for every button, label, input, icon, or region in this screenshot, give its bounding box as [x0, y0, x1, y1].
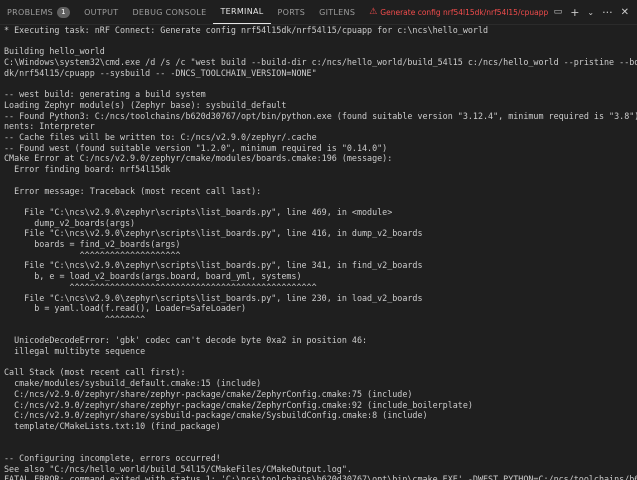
tab-gitlens[interactable]: GITLENS — [312, 0, 362, 24]
terminal-line: cmake/modules/sysbuild_default.cmake:15 … — [4, 378, 262, 389]
tab-ports[interactable]: PORTS — [271, 0, 313, 24]
tab-label: PROBLEMS — [7, 7, 54, 17]
terminal-line: ^^^^^^^^^^^^^^^^^^^^ — [4, 249, 181, 260]
terminal-line: CMake Error at C:/ncs/v2.9.0/zephyr/cmak… — [4, 153, 393, 164]
panel-tab-bar: PROBLEMS 1 OUTPUT DEBUG CONSOLE TERMINAL… — [0, 0, 637, 25]
terminal-line: C:/ncs/v2.9.0/zephyr/share/sysbuild-pack… — [4, 410, 428, 421]
terminal-line: nents: Interpreter — [4, 121, 95, 132]
terminal-line: ^^^^^^^^ — [4, 313, 146, 324]
tab-debug-console[interactable]: DEBUG CONSOLE — [125, 0, 213, 24]
terminal-icon[interactable]: ▭ — [550, 7, 567, 17]
warning-icon: ⚠ — [369, 7, 378, 17]
terminal-line: C:/ncs/v2.9.0/zephyr/share/zephyr-packag… — [4, 388, 413, 399]
close-icon[interactable]: ✕ — [617, 7, 633, 18]
terminal-line: boards = find_v2_boards(args) — [4, 239, 181, 249]
terminal-line: -- west build: generating a build system — [4, 89, 206, 100]
tab-output[interactable]: OUTPUT — [77, 0, 125, 24]
tab-label: TERMINAL — [220, 7, 264, 16]
tab-terminal[interactable]: TERMINAL — [213, 0, 271, 24]
panel-actions: ▭ + ⌄ ··· ✕ — [549, 0, 633, 24]
terminal-line: Error message: Traceback (most recent ca… — [4, 185, 262, 196]
tab-label: OUTPUT — [84, 7, 119, 17]
terminal-line: C:\Windows\system32\cmd.exe /d /s /c "we… — [4, 57, 637, 68]
terminal-line: See also "C:/ncs/hello_world/build_54l15… — [4, 463, 352, 474]
terminal-line: b, e = load_v2_boards(args.board, board_… — [4, 271, 302, 282]
terminal-line: * Executing task: nRF Connect: Generate … — [4, 25, 489, 35]
terminal-line: -- Configuring incomplete, errors occurr… — [4, 453, 221, 463]
terminal-line: File "C:\ncs\v2.9.0\zephyr\scripts\list_… — [4, 228, 423, 239]
terminal-line: C:/ncs/v2.9.0/zephyr/share/zephyr-packag… — [4, 399, 473, 410]
terminal-line: FATAL ERROR: command exited with status … — [4, 474, 637, 480]
terminal-line: Call Stack (most recent call first): — [4, 367, 186, 378]
tab-label: DEBUG CONSOLE — [132, 7, 207, 17]
tab-label: GITLENS — [319, 7, 356, 17]
terminal-line: ^^^^^^^^^^^^^^^^^^^^^^^^^^^^^^^^^^^^^^^^… — [4, 281, 317, 292]
ellipsis-icon[interactable]: ··· — [598, 6, 617, 19]
terminal-line: -- Found west (found suitable version "1… — [4, 142, 388, 153]
terminal-line: File "C:\ncs\v2.9.0\zephyr\scripts\list_… — [4, 260, 423, 271]
tab-label: PORTS — [277, 7, 306, 17]
tab-problems[interactable]: PROBLEMS 1 — [0, 0, 77, 24]
plus-icon[interactable]: + — [566, 6, 583, 19]
problems-count-badge: 1 — [57, 6, 71, 18]
terminal-output[interactable]: * Executing task: nRF Connect: Generate … — [0, 25, 637, 480]
terminal-line: -- Found Python3: C:/ncs/toolchains/b620… — [4, 110, 637, 121]
terminal-line: -- Cache files will be written to: C:/nc… — [4, 132, 317, 142]
terminal-line: b = yaml.load(f.read(), Loader=SafeLoade… — [4, 303, 247, 314]
terminal-line: template/CMakeLists.txt:10 (find_package… — [4, 420, 221, 431]
terminal-line: File "C:\ncs\v2.9.0\zephyr\scripts\list_… — [4, 206, 393, 217]
terminal-line: Loading Zephyr module(s) (Zephyr base): … — [4, 99, 287, 110]
terminal-line: File "C:\ncs\v2.9.0\zephyr\scripts\list_… — [4, 292, 423, 303]
terminal-line: Building hello_world — [4, 46, 105, 57]
chevron-down-icon[interactable]: ⌄ — [583, 8, 598, 17]
terminal-line: dump_v2_boards(args) — [4, 217, 136, 228]
terminal-line: Error finding board: nrf54l15dk — [4, 164, 171, 175]
terminal-line: illegal multibyte sequence — [4, 346, 146, 357]
terminal-line: UnicodeDecodeError: 'gbk' codec can't de… — [4, 335, 368, 346]
terminal-line: dk/nrf54l15/cpuapp --sysbuild -- -DNCS_T… — [4, 67, 317, 78]
